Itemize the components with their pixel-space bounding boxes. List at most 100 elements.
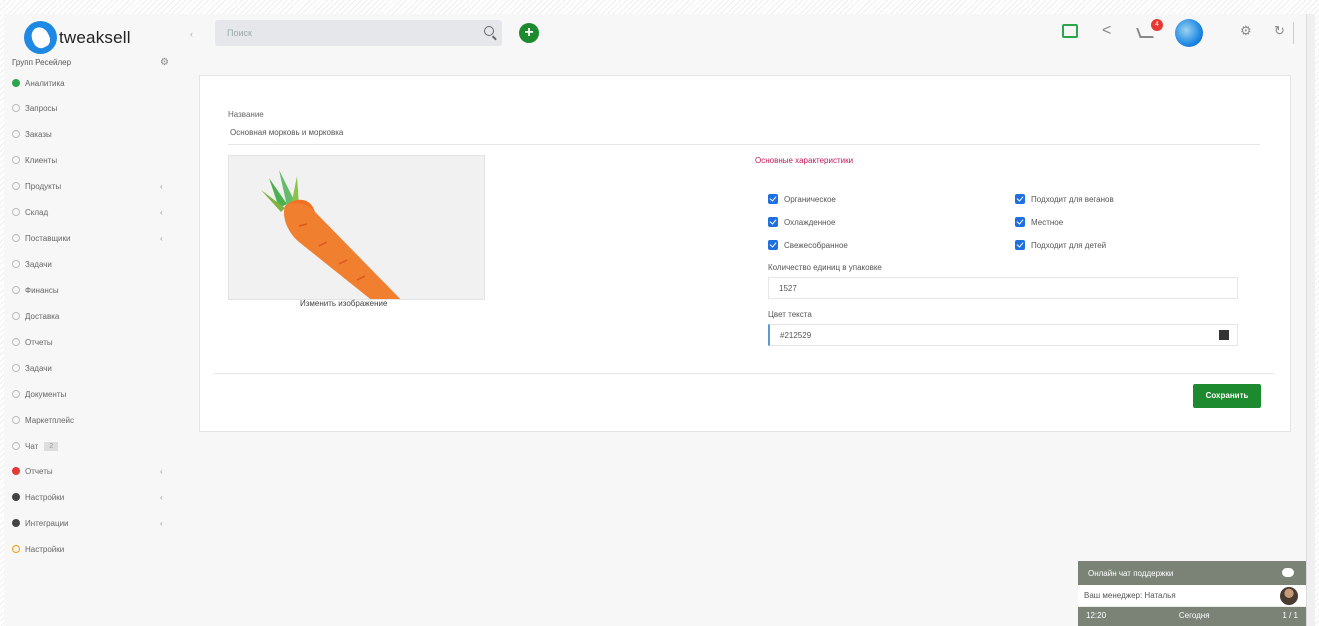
- chat-bubble-icon[interactable]: [1282, 568, 1294, 577]
- feature-checkbox-label: Местное: [1031, 217, 1064, 227]
- feature-checkbox[interactable]: Свежесобранное: [768, 240, 848, 250]
- sidebar-item-icon: [12, 312, 20, 320]
- sidebar-item[interactable]: Клиенты: [12, 153, 172, 167]
- sidebar-item-icon: [12, 286, 20, 294]
- sidebar-item-icon: [12, 545, 20, 553]
- sidebar-item[interactable]: Маркетплейс: [12, 413, 172, 427]
- sidebar-item[interactable]: Задачи: [12, 361, 172, 375]
- sidebar-item[interactable]: Поставщики ‹: [12, 231, 172, 245]
- app-window: tweaksell ‹ Поиск + < 4 ⚙ ↻ Групп Ресейл…: [4, 14, 1313, 626]
- checkbox-checked-icon[interactable]: [768, 240, 778, 250]
- checkbox-checked-icon[interactable]: [1015, 217, 1025, 227]
- feature-checkbox[interactable]: Органическое: [768, 194, 836, 204]
- chevron-icon[interactable]: ‹: [160, 182, 163, 191]
- notification-icon[interactable]: [1138, 26, 1152, 40]
- sidebar-item[interactable]: Аналитика: [12, 76, 172, 90]
- sidebar-item-icon: [12, 79, 20, 87]
- sidebar-item-icon: [12, 260, 20, 268]
- feature-checkbox[interactable]: Подходит для веганов: [1015, 194, 1114, 204]
- sidebar-item-icon: [12, 364, 20, 372]
- checkbox-checked-icon[interactable]: [1015, 240, 1025, 250]
- feature-checkbox[interactable]: Охлажденное: [768, 217, 835, 227]
- chevron-icon[interactable]: ‹: [160, 467, 163, 476]
- chat-icon[interactable]: [1062, 24, 1078, 38]
- feature-checkbox-label: Подходит для веганов: [1031, 194, 1114, 204]
- sidebar-item-icon: [12, 234, 20, 242]
- sidebar-item[interactable]: Настройки ‹: [12, 490, 172, 504]
- page-scrollbar[interactable]: [1306, 14, 1315, 626]
- logo-text: tweaksell: [59, 27, 131, 47]
- sidebar-item[interactable]: Задачи: [12, 257, 172, 271]
- sidebar-item-label: Заказы: [25, 129, 52, 139]
- sidebar-item-icon: [12, 442, 20, 450]
- save-button[interactable]: Сохранить: [1193, 384, 1261, 408]
- sidebar-collapse-icon[interactable]: ‹: [190, 29, 193, 39]
- sidebar-item[interactable]: Доставка: [12, 309, 172, 323]
- change-image-link[interactable]: Изменить изображение: [300, 299, 387, 308]
- chat-manager-row[interactable]: Ваш менеджер: Наталья: [1078, 585, 1306, 607]
- chevron-icon[interactable]: ‹: [160, 493, 163, 502]
- name-field[interactable]: Основная морковь и морковка: [228, 123, 1260, 145]
- sidebar-item-label: Финансы: [25, 285, 59, 295]
- feature-checkbox-label: Охлажденное: [784, 217, 836, 227]
- form-divider: [214, 373, 1274, 374]
- sidebar-item-label: Настройки: [25, 492, 65, 502]
- quantity-value: 1527: [779, 284, 797, 293]
- sidebar-item[interactable]: Интеграции ‹: [12, 516, 172, 530]
- color-value: #212529: [780, 331, 812, 340]
- share-icon[interactable]: <: [1102, 22, 1111, 40]
- checkbox-checked-icon[interactable]: [1015, 194, 1025, 204]
- sidebar-item-label: Отчеты: [25, 466, 53, 476]
- checkbox-checked-icon[interactable]: [768, 217, 778, 227]
- sidebar: Групп Ресейлер ⚙ Аналитика Запросы Заказы К…: [4, 57, 184, 626]
- sidebar-item[interactable]: Продукты ‹: [12, 179, 172, 193]
- color-field[interactable]: #212529: [768, 324, 1238, 346]
- sidebar-item[interactable]: Склад ‹: [12, 205, 172, 219]
- quantity-field[interactable]: 1527: [768, 277, 1238, 299]
- logo[interactable]: tweaksell: [24, 21, 131, 54]
- sidebar-item-label: Продукты: [25, 181, 62, 191]
- sidebar-item-label: Чат: [25, 441, 39, 451]
- sidebar-item[interactable]: Документы: [12, 387, 172, 401]
- chat-header[interactable]: Онлайн чат поддержки: [1078, 561, 1306, 585]
- add-button[interactable]: +: [519, 23, 539, 43]
- chevron-icon[interactable]: ‹: [160, 519, 163, 528]
- sidebar-item[interactable]: Финансы: [12, 283, 172, 297]
- sidebar-item-label: Интеграции: [25, 518, 69, 528]
- sidebar-item-label: Маркетплейс: [25, 415, 75, 425]
- search-icon[interactable]: [484, 26, 494, 36]
- feature-checkbox[interactable]: Подходит для детей: [1015, 240, 1106, 250]
- search-input[interactable]: Поиск: [215, 20, 502, 46]
- chat-day: Сегодня: [1178, 611, 1210, 620]
- user-avatar[interactable]: [1175, 19, 1203, 47]
- product-form-card: Название Основная морковь и морковка Изм…: [199, 75, 1291, 432]
- sidebar-item-icon: [12, 390, 20, 398]
- sidebar-item[interactable]: Настройки: [12, 542, 172, 556]
- sidebar-item-label: Документы: [25, 389, 67, 399]
- chevron-icon[interactable]: ‹: [160, 234, 163, 243]
- sidebar-item-label: Задачи: [25, 259, 52, 269]
- sidebar-item-badge: 2: [44, 441, 59, 451]
- feature-checkbox[interactable]: Местное: [1015, 217, 1063, 227]
- sidebar-item[interactable]: Отчеты: [12, 335, 172, 349]
- sidebar-item[interactable]: Чат 2: [12, 439, 172, 453]
- sidebar-item[interactable]: Запросы: [12, 101, 172, 115]
- refresh-icon[interactable]: ↻: [1274, 23, 1285, 41]
- sidebar-item-icon: [12, 416, 20, 424]
- color-swatch[interactable]: [1219, 330, 1229, 340]
- sidebar-item[interactable]: Отчеты ‹: [12, 464, 172, 478]
- search-placeholder: Поиск: [227, 28, 252, 38]
- sidebar-item-icon: [12, 104, 20, 112]
- sidebar-item-label: Аналитика: [25, 78, 65, 88]
- chat-pager[interactable]: 1 / 1: [1282, 611, 1298, 622]
- gear-icon[interactable]: ⚙: [1240, 23, 1252, 41]
- sidebar-item[interactable]: Заказы: [12, 127, 172, 141]
- sidebar-settings-icon[interactable]: ⚙: [160, 57, 169, 68]
- checkbox-checked-icon[interactable]: [768, 194, 778, 204]
- chevron-icon[interactable]: ‹: [160, 208, 163, 217]
- product-image[interactable]: [228, 155, 485, 300]
- chat-widget[interactable]: Онлайн чат поддержки Ваш менеджер: Натал…: [1078, 561, 1306, 626]
- sidebar-item-label: Запросы: [25, 103, 58, 113]
- sidebar-item-icon: [12, 467, 20, 475]
- carrot-image: [261, 170, 401, 299]
